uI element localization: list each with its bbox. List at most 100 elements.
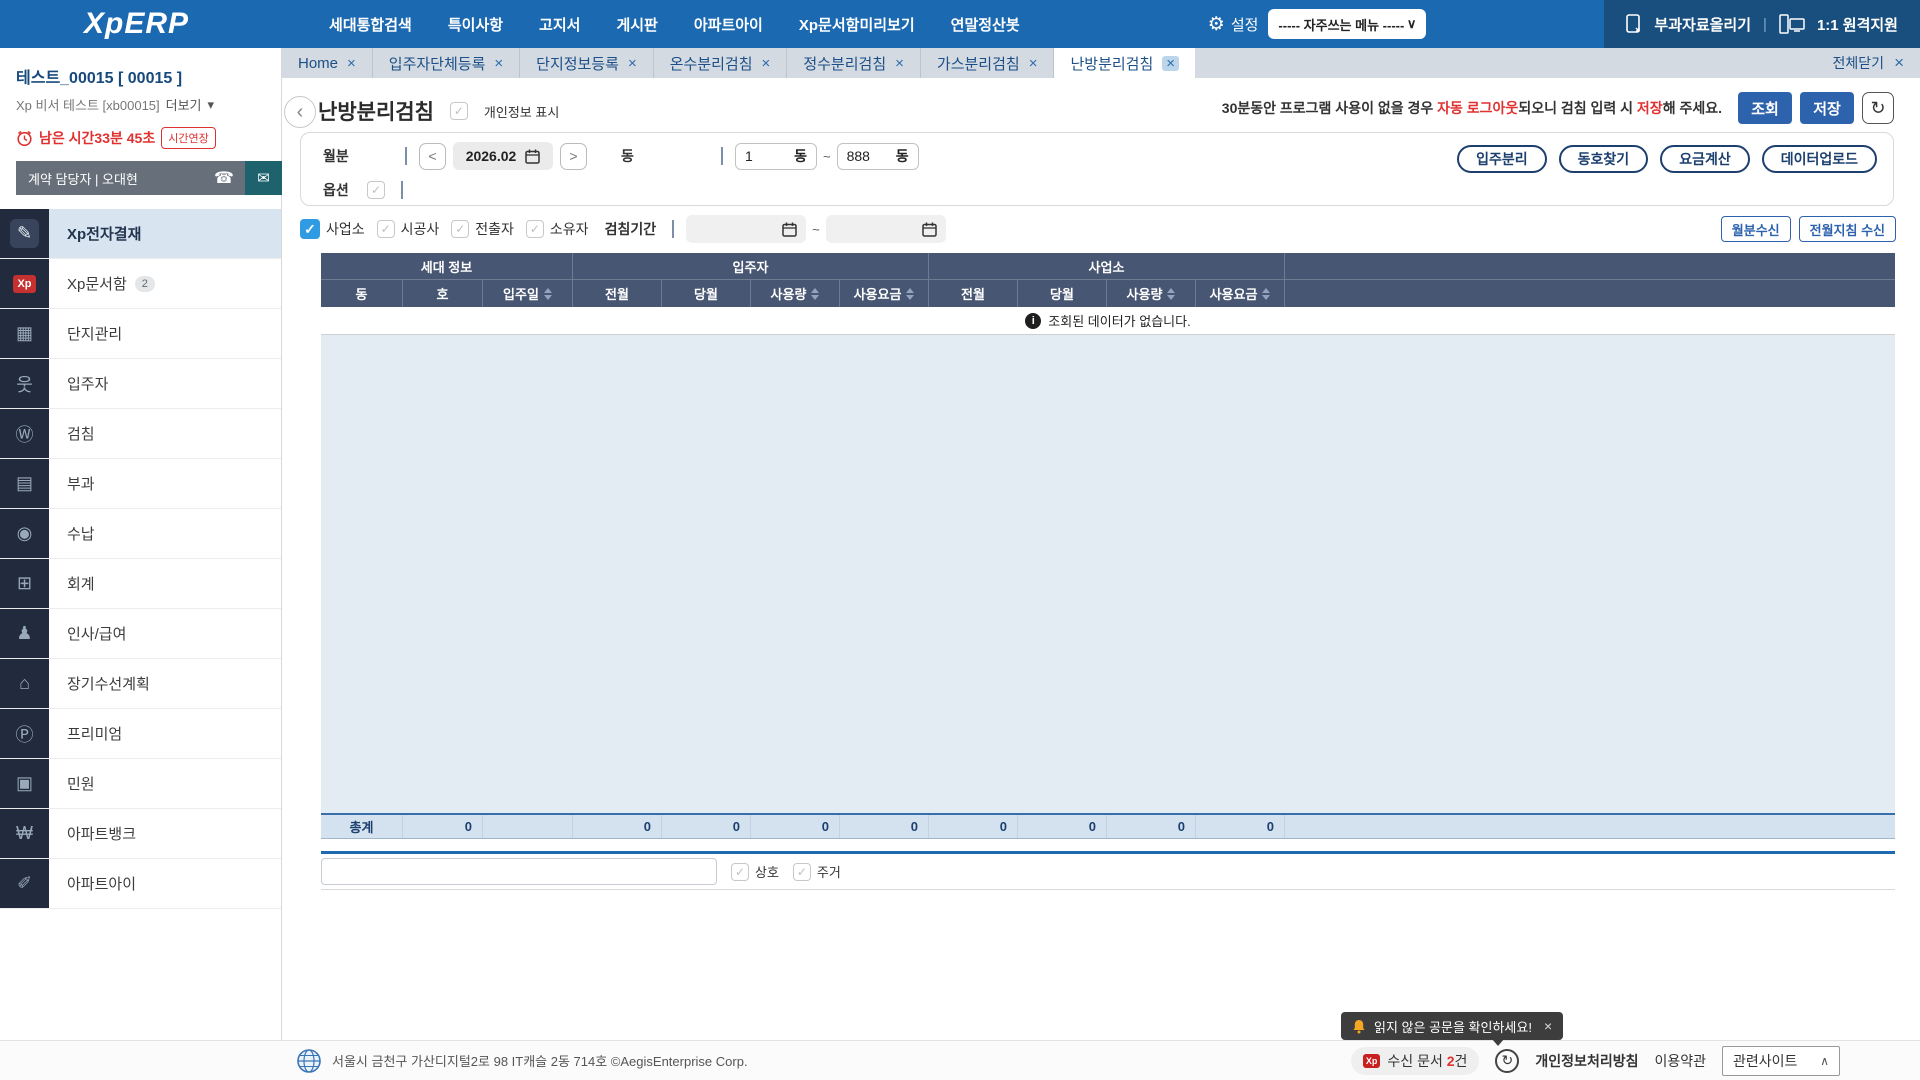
- tab-close-icon[interactable]: ×: [347, 56, 356, 71]
- tab-hotwater-meter[interactable]: 온수분리검침 ×: [652, 48, 787, 78]
- sort-icon[interactable]: [811, 287, 820, 300]
- top-menu-household-search[interactable]: 세대통합검색: [329, 14, 412, 35]
- top-menu-docbox-preview[interactable]: Xp문서함미리보기: [799, 14, 915, 35]
- business-office-checkbox[interactable]: ✓: [300, 219, 320, 239]
- sidebar-item-residents[interactable]: 웃 입주자: [0, 359, 281, 409]
- fee-calc-button[interactable]: 요금계산: [1660, 145, 1750, 173]
- move-in-split-button[interactable]: 입주분리: [1457, 145, 1547, 173]
- period-start-input[interactable]: [686, 215, 807, 243]
- privacy-display-checkbox[interactable]: ✓: [449, 102, 468, 120]
- col-usage-fee[interactable]: 사용요금: [840, 280, 929, 307]
- sidebar-item-meter-reading[interactable]: Ⓦ 검침: [0, 409, 281, 459]
- col-prev-month-biz[interactable]: 전월: [929, 280, 1018, 307]
- docs-refresh-button[interactable]: ↻: [1495, 1048, 1520, 1073]
- remote-support-button[interactable]: 1:1 원격지원: [1817, 14, 1898, 35]
- logout-notice: 30분동안 프로그램 사용이 없을 경우 자동 로그아웃되오니 검침 입력 시 …: [1221, 100, 1722, 116]
- sort-icon[interactable]: [906, 287, 915, 300]
- sidebar-item-complex-mgmt[interactable]: ▦ 단지관리: [0, 309, 281, 359]
- sidebar-item-billing[interactable]: ▤ 부과: [0, 459, 281, 509]
- sort-icon[interactable]: [1262, 287, 1271, 300]
- sort-icon[interactable]: [543, 287, 552, 300]
- prev-month-button[interactable]: <: [419, 142, 446, 170]
- refresh-button[interactable]: ↻: [1862, 92, 1894, 124]
- sidebar-item-xp-docbox[interactable]: Xp Xp문서함 2: [0, 259, 281, 309]
- receive-month-button[interactable]: 월분수신: [1720, 216, 1791, 242]
- data-upload-button[interactable]: 데이터업로드: [1761, 145, 1877, 173]
- top-menu-apti[interactable]: 아파트아이: [694, 14, 763, 35]
- sidebar-item-apt-bank[interactable]: ₩ 아파트뱅크: [0, 809, 281, 859]
- tab-close-icon[interactable]: ×: [1162, 55, 1180, 71]
- favorite-menu-dropdown[interactable]: ----- 자주쓰는 메뉴 ----- ∨: [1268, 9, 1427, 39]
- search-button[interactable]: 조회: [1738, 92, 1792, 124]
- toast-close-icon[interactable]: ×: [1544, 1018, 1552, 1034]
- related-sites-value: 관련사이트: [1733, 1052, 1798, 1069]
- tab-close-icon[interactable]: ×: [628, 56, 637, 71]
- tab-home[interactable]: Home ×: [282, 48, 372, 78]
- find-dong-ho-button[interactable]: 동호찾기: [1558, 145, 1649, 173]
- extend-time-button[interactable]: 시간연장: [161, 127, 216, 149]
- top-menu-yearend-bot[interactable]: 연말정산봇: [951, 14, 1020, 35]
- dong-from-input[interactable]: 1 동: [735, 142, 817, 170]
- col-curr-month[interactable]: 당월: [662, 280, 751, 307]
- tab-purewater-meter[interactable]: 정수분리검침 ×: [786, 48, 920, 78]
- moved-out-checkbox[interactable]: ✓: [451, 220, 470, 238]
- tab-close-icon[interactable]: ×: [762, 56, 771, 71]
- save-button[interactable]: 저장: [1800, 92, 1854, 124]
- period-end-input[interactable]: [825, 215, 946, 243]
- top-menu-board[interactable]: 게시판: [616, 14, 657, 35]
- next-month-button[interactable]: >: [560, 142, 587, 170]
- option-checkbox[interactable]: ✓: [367, 181, 385, 199]
- sidebar-collapse-button[interactable]: ‹: [284, 96, 316, 128]
- upload-billing-data-button[interactable]: 부과자료올리기: [1654, 14, 1751, 35]
- tab-close-icon[interactable]: ×: [895, 56, 904, 71]
- phone-icon[interactable]: ☎: [206, 161, 242, 195]
- tab-close-icon[interactable]: ×: [494, 56, 503, 71]
- chevron-down-icon[interactable]: ▾: [208, 97, 215, 113]
- col-dong[interactable]: 동: [321, 280, 403, 307]
- settings-label: 설정: [1230, 16, 1259, 34]
- col-movein-date[interactable]: 입주일: [483, 280, 573, 307]
- tab-gas-meter[interactable]: 가스분리검침 ×: [919, 48, 1054, 78]
- org-subtitle: Xp 비서 테스트 [xb00015] 더보기 ▾: [16, 95, 265, 114]
- tab-close-icon[interactable]: ×: [1029, 56, 1038, 71]
- more-link[interactable]: 더보기: [166, 95, 202, 114]
- company-name-checkbox[interactable]: ✓: [731, 862, 749, 881]
- sidebar-item-longterm-repair[interactable]: ⌂ 장기수선계획: [0, 659, 281, 709]
- sidebar-item-apti[interactable]: ✐ 아파트아이: [0, 859, 281, 909]
- mail-icon[interactable]: ✉: [245, 161, 282, 195]
- month-picker[interactable]: 2026.02: [453, 142, 553, 170]
- sort-icon[interactable]: [1167, 287, 1176, 300]
- residence-checkbox[interactable]: ✓: [792, 862, 811, 881]
- bottom-search-input[interactable]: [321, 858, 717, 885]
- sidebar-item-xp-approval[interactable]: ✎ Xp전자결재: [0, 209, 281, 259]
- sidebar-item-accounting[interactable]: ⊞ 회계: [0, 559, 281, 609]
- received-docs-button[interactable]: Xp 수신 문서 2건: [1350, 1046, 1480, 1075]
- col-prev-month[interactable]: 전월: [573, 280, 662, 307]
- top-menu-special-notes[interactable]: 특이사항: [448, 14, 503, 35]
- receive-prev-reading-button[interactable]: 전월지침 수신: [1798, 216, 1896, 242]
- col-usage[interactable]: 사용량: [751, 280, 840, 307]
- related-sites-dropdown[interactable]: 관련사이트 ∧: [1722, 1045, 1840, 1076]
- col-ho[interactable]: 호: [403, 280, 483, 307]
- sidebar-item-civil-complaint[interactable]: ▣ 민원: [0, 759, 281, 809]
- settings-button[interactable]: ⚙ 설정: [1208, 14, 1259, 35]
- dong-to-input[interactable]: 888 동: [836, 142, 919, 170]
- top-menu-bill[interactable]: 고지서: [539, 14, 580, 35]
- page-title: 난방분리검침: [318, 101, 434, 124]
- terms-link[interactable]: 이용약관: [1654, 1051, 1706, 1071]
- docbox-count-badge: 2: [134, 275, 155, 292]
- col-usage-fee-biz[interactable]: 사용요금: [1196, 280, 1285, 307]
- tab-resident-group[interactable]: 입주자단체등록 ×: [371, 48, 519, 78]
- privacy-policy-link[interactable]: 개인정보처리방침: [1535, 1051, 1638, 1071]
- col-curr-month-biz[interactable]: 당월: [1018, 280, 1107, 307]
- col-usage-biz[interactable]: 사용량: [1107, 280, 1196, 307]
- sidebar-item-premium[interactable]: Ⓟ 프리미엄: [0, 709, 281, 759]
- constructor-checkbox[interactable]: ✓: [376, 220, 395, 238]
- tab-heating-meter[interactable]: 난방분리검침 ×: [1053, 48, 1196, 78]
- close-all-tabs-button[interactable]: 전체닫기 ×: [1833, 48, 1920, 78]
- tab-complex-info[interactable]: 단지정보등록 ×: [519, 48, 653, 78]
- sidebar-item-receipts[interactable]: ◉ 수납: [0, 509, 281, 559]
- calendar-icon: [525, 149, 541, 164]
- owner-checkbox[interactable]: ✓: [525, 220, 544, 238]
- sidebar-item-hr-payroll[interactable]: ♟ 인사/급여: [0, 609, 281, 659]
